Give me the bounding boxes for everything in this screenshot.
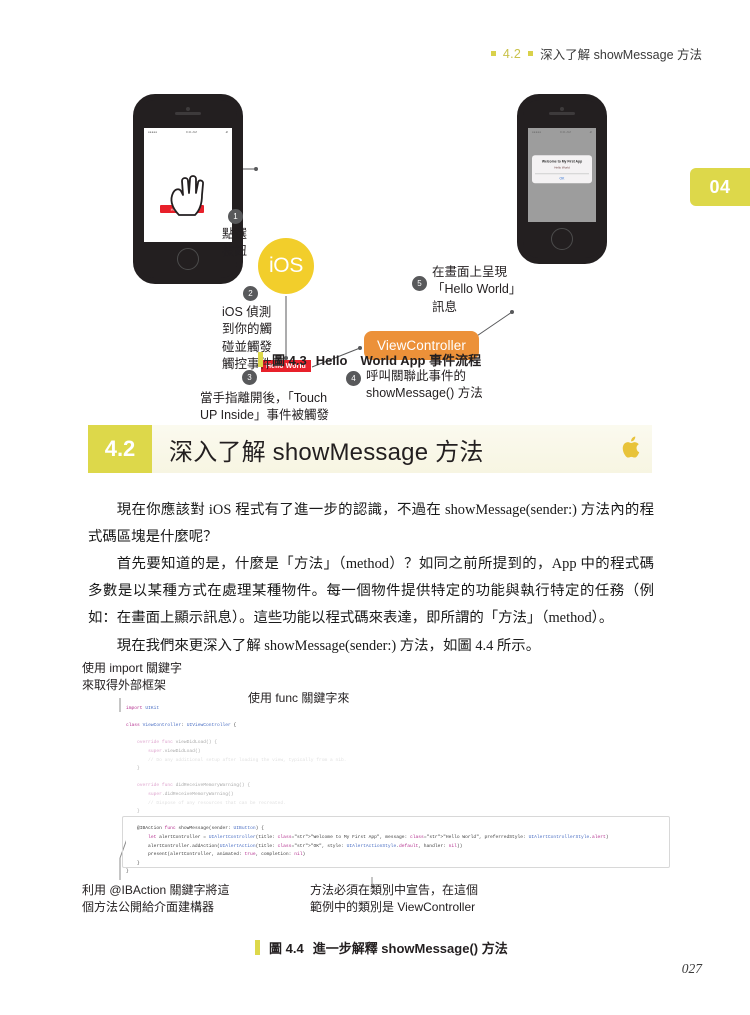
body-paragraph-2-text: 首先要知道的是，什麼是「方法」（method）？如同之前所提到的，App 中的程… — [88, 556, 654, 626]
step-marker-3-number: 3 — [247, 373, 252, 382]
code-line: import UIKit — [126, 706, 160, 711]
running-head: 4.2 深入了解 showMessage 方法 — [490, 44, 702, 63]
iphone-home-button-icon — [177, 248, 199, 270]
code-line: override func viewDidLoad() { — [137, 740, 217, 746]
code-line: // Do any additional setup after loading… — [126, 757, 347, 763]
step-marker-5-number: 5 — [417, 279, 422, 288]
body-paragraph-1-text: 現在你應該對 iOS 程式有了進一步的認識，不過在 showMessage(se… — [88, 502, 654, 545]
code-line: class ViewController: UIViewController { — [126, 723, 237, 729]
section-title: 深入了解 showMessage 方法 — [169, 438, 484, 466]
pointing-hand-icon — [170, 175, 204, 216]
step-text-5: 在畫面上呈現 「Hello World」 訊息 — [432, 265, 522, 314]
step-marker-4: 4 — [346, 371, 361, 386]
running-head-title: 深入了解 showMessage 方法 — [540, 48, 702, 62]
figure-4-3-caption: 圖 4.3 Hello World App 事件流程 — [258, 350, 481, 369]
code-line: } — [126, 869, 129, 875]
body-paragraph-2: 首先要知道的是，什麼是「方法」（method）？如同之前所提到的，App 中的程… — [88, 551, 654, 632]
step-marker-5: 5 — [412, 276, 427, 291]
step-text-1: 點選 按鈕 — [222, 227, 248, 259]
code-line: // Dispose of any resources that can be … — [126, 800, 286, 806]
page-number: 027 — [681, 961, 702, 976]
figure-4-4-caption-label: 圖 4.4 — [269, 941, 304, 956]
alert-title: Welcome to My First App — [541, 159, 583, 164]
alert-ok-button[interactable]: OK — [535, 174, 589, 183]
caption-bar-icon — [258, 352, 263, 367]
code-highlight-box — [122, 816, 670, 868]
step-marker-1: 1 — [228, 209, 243, 224]
statusbar-battery-icon-right: ▰ — [589, 129, 592, 134]
iphone-right-statusbar: ●●●●● 9:41 AM ▰ — [528, 128, 596, 135]
code-line: super.didReceiveMemoryWarning() — [148, 791, 234, 797]
iphone-left-statusbar: ●●●●● 9:41 AM ▰ — [144, 128, 232, 135]
body-paragraph-1: 現在你應該對 iOS 程式有了進一步的認識，不過在 showMessage(se… — [88, 497, 654, 551]
iphone-mockup-right: ●●●●● 9:41 AM ▰ Welcome to My First App … — [517, 94, 607, 264]
code-line: } — [126, 766, 140, 772]
apple-logo-glyph — [622, 436, 640, 458]
statusbar-battery-icon: ▰ — [225, 129, 228, 134]
iphone-speaker-icon-right — [549, 112, 575, 115]
step-marker-2-number: 2 — [248, 289, 253, 298]
figure-4-3-caption-text: Hello World App 事件流程 — [315, 353, 482, 368]
caption-bar-icon-2 — [255, 940, 260, 955]
figure-4-3-caption-label: 圖 4.3 — [272, 353, 307, 368]
iphone-home-button-icon-right — [551, 228, 573, 250]
iphone-right-screen: ●●●●● 9:41 AM ▰ Welcome to My First App … — [528, 128, 596, 222]
section-heading: 4.2 深入了解 showMessage 方法 — [88, 425, 652, 473]
step-marker-1-number: 1 — [233, 212, 238, 221]
body-paragraph-3-text: 現在我們來更深入了解 showMessage(sender:) 方法，如圖 4.… — [116, 638, 541, 654]
code-line: super.viewDidLoad() — [148, 748, 201, 754]
figure-4-3-diagram: ●●●●● 9:41 AM ▰ Hello World ●●●●● 9:41 A… — [0, 86, 750, 422]
iphone-speaker-icon — [175, 112, 201, 115]
figure-4-4-caption: 圖 4.4 進一步解釋 showMessage() 方法 — [255, 938, 508, 957]
statusbar-time: 9:41 AM — [185, 129, 197, 134]
statusbar-carrier: ●●●●● — [148, 129, 158, 134]
step-text-3: 當手指離開後，「Touch UP Inside」事件被觸發 — [200, 391, 329, 423]
figure-4-4-diagram: 使用 import 關鍵字 來取得外部框架 使用 func 關鍵字來 宣告一個方… — [0, 660, 750, 920]
section-number: 4.2 — [104, 436, 136, 461]
step-marker-3: 3 — [242, 370, 257, 385]
step-text-4: 呼叫關聯此事件的 showMessage() 方法 — [366, 369, 483, 401]
body-paragraph-3: 現在我們來更深入了解 showMessage(sender:) 方法，如圖 4.… — [88, 633, 654, 660]
code-line: override func didReceiveMemoryWarning() … — [137, 783, 251, 789]
alert-dialog: Welcome to My First App Hello World OK — [532, 155, 592, 184]
annotation-import: 使用 import 關鍵字 來取得外部框架 — [82, 661, 183, 693]
annotation-ibaction: 利用 @IBAction 關鍵字將這 個方法公開給介面建構器 — [82, 883, 230, 915]
iphone-camera-icon-right — [560, 107, 564, 111]
annotation-class: 方法必須在類別中宣告，在這個 範例中的類別是 ViewController — [310, 883, 479, 915]
statusbar-time-right: 9:41 AM — [559, 129, 571, 134]
step-marker-4-number: 4 — [351, 374, 356, 383]
figure-4-4-caption-text: 進一步解釋 showMessage() 方法 — [312, 941, 508, 956]
running-head-number: 4.2 — [502, 46, 522, 61]
running-head-square-left-icon — [490, 51, 496, 56]
running-head-square-right-icon — [528, 51, 534, 56]
iphone-camera-icon — [186, 107, 190, 111]
apple-logo-icon — [622, 436, 640, 462]
step-marker-2: 2 — [243, 286, 258, 301]
statusbar-carrier-right: ●●●●● — [532, 129, 542, 134]
section-number-badge: 4.2 — [88, 425, 152, 473]
alert-message: Hello World — [554, 165, 570, 170]
